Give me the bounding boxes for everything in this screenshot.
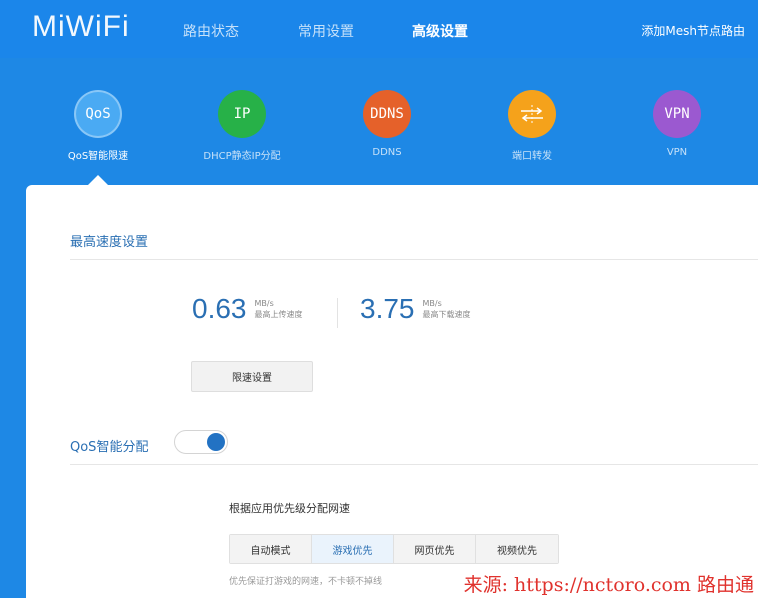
vpn-icon: VPN — [653, 90, 701, 138]
mode-web-priority[interactable]: 网页优先 — [394, 535, 476, 563]
toggle-knob — [207, 433, 225, 451]
max-upload-speed: 0.63 MB/s 最高上传速度 — [192, 295, 303, 323]
qos-smart-allocation-label: QoS智能分配 — [70, 440, 149, 455]
section-divider — [70, 259, 758, 260]
feature-port-forward-label: 端口转发 — [512, 151, 552, 162]
download-speed-label: 最高下载速度 — [422, 310, 471, 319]
allocation-title: 根据应用优先级分配网速 — [229, 502, 350, 515]
qos-settings-panel: 最高速度设置 0.63 MB/s 最高上传速度 3.75 MB/s 最高下载速度… — [26, 185, 758, 598]
mode-hint-text: 优先保证打游戏的网速，不卡顿不掉线 — [229, 577, 383, 587]
feature-port-forward[interactable]: 端口转发 — [462, 90, 602, 162]
top-navigation-bar: MiWiFi 路由状态 常用设置 高级设置 添加Mesh节点路由 — [0, 0, 758, 58]
miwifi-logo: MiWiFi — [32, 10, 130, 43]
add-mesh-node-link[interactable]: 添加Mesh节点路由 — [641, 22, 745, 39]
ddns-icon: DDNS — [363, 90, 411, 138]
upload-speed-unit: MB/s — [254, 299, 274, 308]
feature-vpn-label: VPN — [666, 147, 688, 158]
feature-ddns[interactable]: DDNS DDNS — [317, 90, 457, 158]
max-download-speed: 3.75 MB/s 最高下载速度 — [360, 295, 471, 323]
mode-video-priority[interactable]: 视频优先 — [476, 535, 558, 563]
port-forward-icon — [508, 90, 556, 138]
section-divider — [70, 464, 758, 465]
upload-speed-value: 0.63 — [192, 293, 247, 324]
nav-common-settings[interactable]: 常用设置 — [298, 21, 354, 41]
nav-advanced-settings[interactable]: 高级设置 — [412, 21, 468, 41]
feature-dhcp-label: DHCP静态IP分配 — [203, 151, 281, 162]
active-feature-pointer — [88, 175, 108, 185]
mode-auto[interactable]: 自动模式 — [230, 535, 312, 563]
qos-icon: QoS — [74, 90, 122, 138]
upload-speed-label: 最高上传速度 — [254, 310, 303, 319]
qos-toggle-switch[interactable] — [174, 430, 228, 454]
advanced-feature-menu: QoS QoS智能限速 IP DHCP静态IP分配 DDNS DDNS 端口转发 — [0, 58, 758, 186]
source-watermark: 来源: https://nctoro.com 路由通 — [463, 574, 754, 596]
speed-limit-settings-button[interactable]: 限速设置 — [191, 361, 313, 392]
download-speed-value: 3.75 — [360, 293, 415, 324]
speed-separator — [337, 298, 338, 328]
feature-qos[interactable]: QoS QoS智能限速 — [28, 90, 168, 162]
nav-router-status[interactable]: 路由状态 — [183, 21, 239, 41]
feature-ddns-label: DDNS — [372, 147, 402, 158]
download-speed-unit: MB/s — [422, 299, 442, 308]
feature-qos-label: QoS智能限速 — [67, 151, 129, 162]
max-speed-section-title: 最高速度设置 — [70, 235, 149, 250]
feature-vpn[interactable]: VPN VPN — [607, 90, 747, 158]
router-admin-window: MiWiFi 路由状态 常用设置 高级设置 添加Mesh节点路由 QoS QoS… — [0, 0, 758, 598]
priority-mode-selector: 自动模式 游戏优先 网页优先 视频优先 — [229, 534, 559, 564]
feature-dhcp-static-ip[interactable]: IP DHCP静态IP分配 — [172, 90, 312, 162]
mode-game-priority[interactable]: 游戏优先 — [312, 535, 394, 563]
ip-icon: IP — [218, 90, 266, 138]
